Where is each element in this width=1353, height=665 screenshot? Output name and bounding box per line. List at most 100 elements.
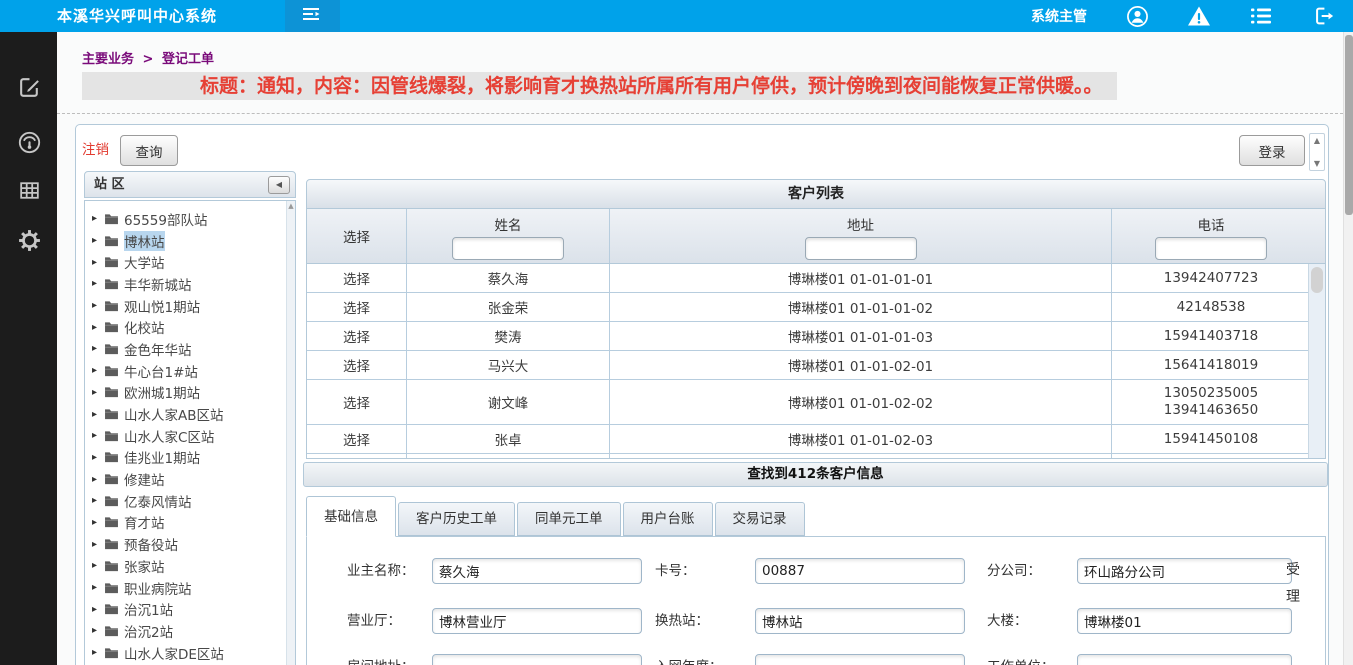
task-list-icon[interactable] — [1249, 4, 1273, 28]
tree-item[interactable]: ▸65559部队站 — [85, 208, 295, 230]
tree-caret-icon[interactable]: ▸ — [92, 474, 104, 485]
tree-item[interactable]: ▸职业病院站 — [85, 577, 295, 599]
login-button[interactable]: 登录 — [1239, 135, 1305, 166]
table-scrollbar-thumb[interactable] — [1311, 267, 1323, 293]
tree-item[interactable]: ▸修建站 — [85, 468, 295, 490]
business-hall-input[interactable] — [432, 608, 642, 634]
tree-caret-icon[interactable]: ▸ — [92, 604, 104, 615]
tree-item[interactable]: ▸治沉2站 — [85, 620, 295, 642]
tree-caret-icon[interactable]: ▸ — [92, 213, 104, 224]
tree-caret-icon[interactable]: ▸ — [92, 517, 104, 528]
tree-item[interactable]: ▸山水人家C区站 — [85, 425, 295, 447]
tab-basic-info[interactable]: 基础信息 — [306, 496, 396, 537]
app-root: 本溪华兴呼叫中心系统 系统主管 — [0, 0, 1353, 665]
name-filter-input[interactable] — [452, 237, 564, 260]
tree-item[interactable]: ▸欧洲城1期站 — [85, 382, 295, 404]
query-button[interactable]: 查询 — [120, 135, 178, 166]
row-select-button[interactable]: 选择 — [307, 380, 407, 424]
network-year-input[interactable] — [755, 654, 965, 665]
dashboard-gauge-icon[interactable] — [17, 130, 42, 155]
tree-caret-icon[interactable]: ▸ — [92, 560, 104, 571]
heat-station-label: 换热站： — [655, 608, 709, 635]
tree-caret-icon[interactable]: ▸ — [92, 387, 104, 398]
tree-caret-icon[interactable]: ▸ — [92, 322, 104, 333]
tree-caret-icon[interactable]: ▸ — [92, 409, 104, 420]
logout-icon[interactable] — [1311, 4, 1335, 28]
tree-item[interactable]: ▸牛心台1#站 — [85, 360, 295, 382]
tree-item[interactable]: ▸张家站 — [85, 555, 295, 577]
branch-company-input[interactable] — [1077, 558, 1292, 584]
row-name — [407, 454, 610, 459]
data-grid-icon[interactable] — [17, 178, 42, 203]
tab-transaction-records[interactable]: 交易记录 — [715, 502, 805, 536]
folder-icon — [104, 408, 119, 420]
table-scrollbar[interactable] — [1308, 264, 1325, 458]
building-input[interactable] — [1077, 608, 1292, 634]
work-unit-input[interactable] — [1077, 654, 1292, 665]
basic-info-form: 业主名称： 卡号： 分公司： 营业厅： 换热站： 大楼： 房间地址： 入网年度： — [306, 536, 1326, 665]
tree-caret-icon[interactable]: ▸ — [92, 430, 104, 441]
row-select-button[interactable]: 选择 — [307, 351, 407, 379]
tree-item[interactable]: ▸山水人家DE区站 — [85, 642, 295, 664]
current-user-role: 系统主管 — [1031, 6, 1087, 26]
folder-icon — [104, 451, 119, 463]
tab-same-unit-orders[interactable]: 同单元工单 — [517, 502, 621, 536]
breadcrumb-register-order[interactable]: 登记工单 — [162, 52, 214, 67]
heat-station-input[interactable] — [755, 608, 965, 634]
spinner-up-icon[interactable]: ▲ — [1310, 136, 1324, 145]
tree-caret-icon[interactable]: ▸ — [92, 495, 104, 506]
tree-caret-icon[interactable]: ▸ — [92, 300, 104, 311]
accept-button[interactable]: 受理 — [1284, 557, 1302, 611]
menu-toggle-button[interactable] — [285, 0, 340, 32]
breadcrumb-main-business[interactable]: 主要业务 — [82, 52, 134, 67]
phone-filter-input[interactable] — [1155, 237, 1267, 260]
tree-item[interactable]: ▸预备役站 — [85, 533, 295, 555]
row-select-button[interactable]: 选择 — [307, 293, 407, 321]
tree-caret-icon[interactable]: ▸ — [92, 582, 104, 593]
tree-collapse-button[interactable]: ◀ — [268, 176, 290, 194]
room-address-input[interactable] — [432, 654, 642, 665]
user-profile-icon[interactable] — [1125, 4, 1149, 28]
folder-icon — [104, 343, 119, 355]
tree-item[interactable]: ▸大学站 — [85, 251, 295, 273]
row-select-button[interactable]: 选择 — [307, 454, 407, 459]
tree-item[interactable]: ▸亿泰风情站 — [85, 490, 295, 512]
tree-caret-icon[interactable]: ▸ — [92, 278, 104, 289]
owner-name-input[interactable] — [432, 558, 642, 584]
tree-item-selected[interactable]: ▸博林站 — [85, 230, 295, 252]
address-filter-input[interactable] — [805, 237, 917, 260]
tree-caret-icon[interactable]: ▸ — [92, 257, 104, 268]
tree-caret-icon[interactable]: ▸ — [92, 647, 104, 658]
row-select-button[interactable]: 选择 — [307, 425, 407, 453]
tree-item[interactable]: ▸金色年华站 — [85, 338, 295, 360]
tree-caret-icon[interactable]: ▸ — [92, 452, 104, 463]
tree-item[interactable]: ▸治沉1站 — [85, 598, 295, 620]
tree-item[interactable]: ▸山水人家AB区站 — [85, 403, 295, 425]
page-scrollbar[interactable] — [1343, 32, 1353, 665]
register-order-icon[interactable] — [17, 75, 42, 100]
spinner-down-icon[interactable]: ▼ — [1310, 159, 1324, 168]
folder-icon — [104, 386, 119, 398]
customer-list-title: 客户列表 — [306, 179, 1326, 209]
tree-caret-icon[interactable]: ▸ — [92, 343, 104, 354]
tree-item[interactable]: ▸育才站 — [85, 512, 295, 534]
alert-icon[interactable] — [1187, 4, 1211, 28]
logout-link[interactable]: 注销 — [82, 138, 109, 158]
tree-item[interactable]: ▸观山悦1期站 — [85, 295, 295, 317]
tree-caret-icon[interactable]: ▸ — [92, 539, 104, 550]
settings-gear-icon[interactable] — [17, 228, 42, 253]
tab-user-ledger[interactable]: 用户台账 — [623, 502, 713, 536]
row-select-button[interactable]: 选择 — [307, 264, 407, 292]
row-select-button[interactable]: 选择 — [307, 322, 407, 350]
page-scrollbar-thumb[interactable] — [1345, 35, 1353, 215]
tree-caret-icon[interactable]: ▸ — [92, 625, 104, 636]
card-number-input[interactable] — [755, 558, 965, 584]
tab-customer-history-orders[interactable]: 客户历史工单 — [398, 502, 515, 536]
tree-item[interactable]: ▸丰华新城站 — [85, 273, 295, 295]
tree-caret-icon[interactable]: ▸ — [92, 235, 104, 246]
tree-caret-icon[interactable]: ▸ — [92, 365, 104, 376]
tree-item[interactable]: ▸化校站 — [85, 316, 295, 338]
tree-scrollbar[interactable]: ▲ — [286, 201, 295, 665]
tree-item[interactable]: ▸佳兆业1期站 — [85, 447, 295, 469]
tree-scroll-up-icon[interactable]: ▲ — [287, 202, 295, 210]
